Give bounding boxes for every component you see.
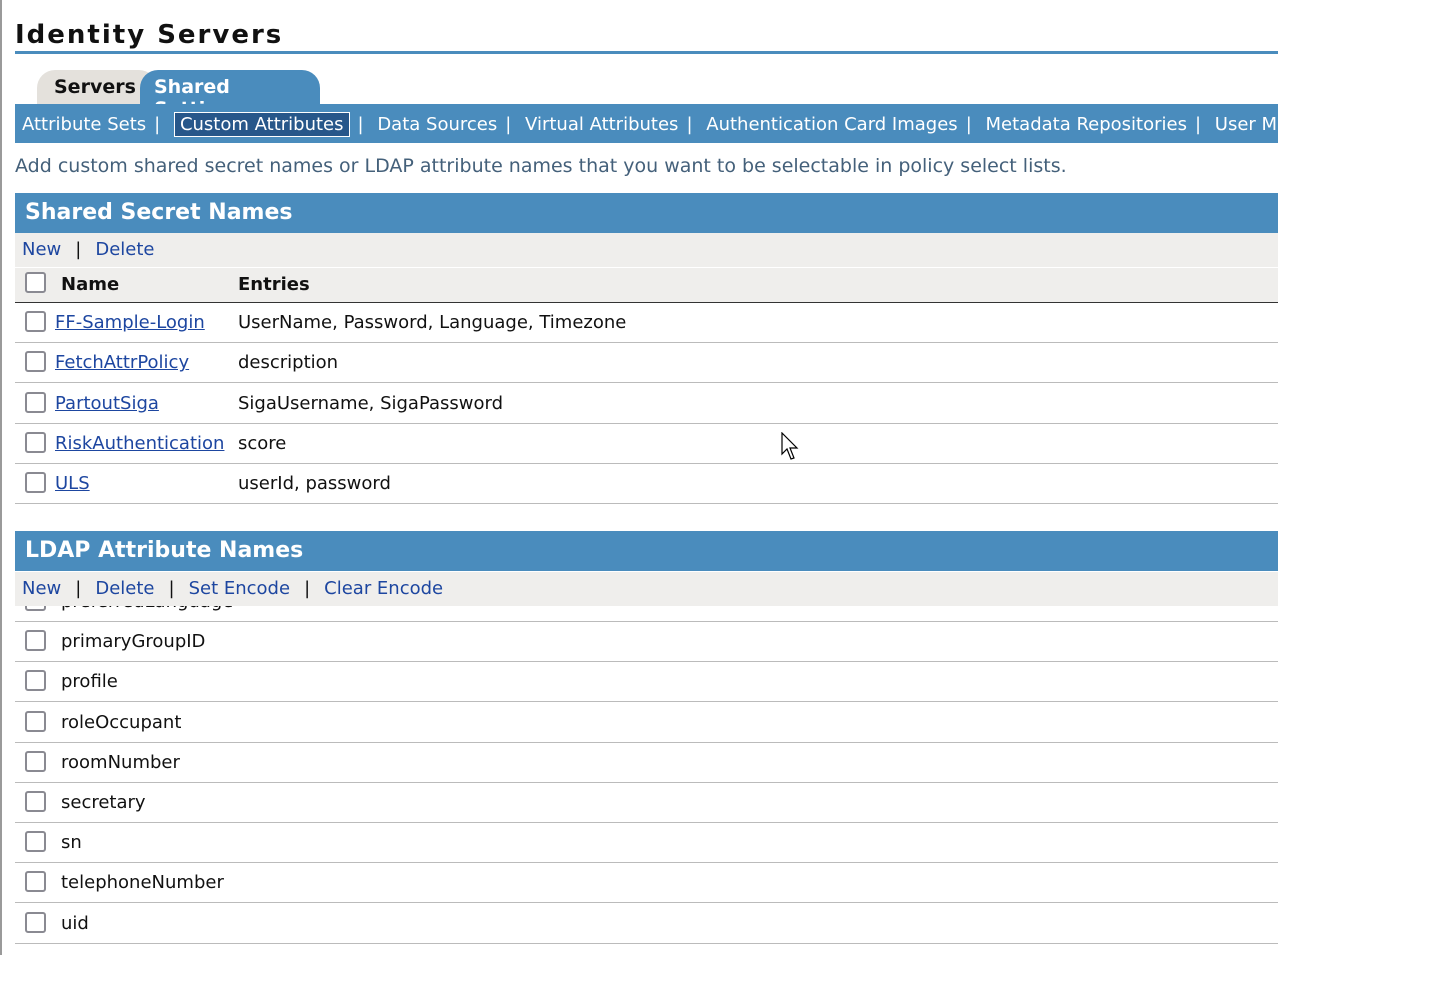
entries-cell: UserName, Password, Language, Timezone xyxy=(238,312,627,333)
tab-shared-settings[interactable]: Shared Settings xyxy=(140,70,320,120)
row-checkbox[interactable] xyxy=(25,911,46,933)
subnav: Attribute Sets | Custom Attributes | Data … xyxy=(15,104,1278,143)
attribute-name: secretary xyxy=(61,792,146,813)
shared-delete-button[interactable]: Delete xyxy=(95,239,154,260)
shared-toolbar: New | Delete xyxy=(15,233,1278,267)
list-item: telephoneNumber xyxy=(15,863,1278,904)
row-checkbox[interactable] xyxy=(25,791,46,812)
list-item: primaryGroupID xyxy=(15,622,1278,663)
subnav-user-matching[interactable]: User Matchi xyxy=(1215,114,1278,135)
mouse-cursor-icon xyxy=(781,432,799,460)
attribute-name: roleOccupant xyxy=(61,711,182,733)
page-description: Add custom shared secret names or LDAP a… xyxy=(15,155,1067,177)
list-item: sn xyxy=(15,823,1278,864)
row-checkbox[interactable] xyxy=(25,831,46,853)
title-divider xyxy=(15,51,1278,54)
table-row: ULS userId, password xyxy=(15,464,1278,505)
list-item: profile xyxy=(15,662,1278,703)
attribute-name: profile xyxy=(61,671,118,693)
ldap-clear-encode-button[interactable]: Clear Encode xyxy=(324,578,443,599)
entries-cell: description xyxy=(238,352,339,374)
secret-name-link[interactable]: FF-Sample-Login xyxy=(55,312,205,333)
list-item: roomNumber xyxy=(15,743,1278,783)
subnav-data-sources[interactable]: Data Sources xyxy=(377,114,497,135)
list-item: roleOccupant xyxy=(15,703,1278,743)
row-checkbox[interactable] xyxy=(25,431,46,453)
row-checkbox[interactable] xyxy=(25,670,46,692)
subnav-custom-attributes[interactable]: Custom Attributes xyxy=(173,112,350,137)
select-all-checkbox[interactable] xyxy=(25,272,46,293)
shared-new-button[interactable]: New xyxy=(22,239,61,260)
ldap-list: preferredLanguage primaryGroupID profile ro… xyxy=(15,605,1278,945)
list-item: preferredLanguage xyxy=(15,605,1278,622)
subnav-authentication-card-images[interactable]: Authentication Card Images xyxy=(706,114,957,135)
attribute-name: primaryGroupID xyxy=(61,631,206,653)
row-checkbox[interactable] xyxy=(25,750,46,772)
page-title: Identity Servers xyxy=(15,20,284,50)
ldap-delete-button[interactable]: Delete xyxy=(95,578,154,599)
ldap-new-button[interactable]: New xyxy=(22,578,61,599)
table-row: RiskAuthentication score xyxy=(15,424,1278,464)
attribute-name: preferredLanguage xyxy=(61,605,233,612)
entries-cell: SigaUsername, SigaPassword xyxy=(238,392,504,414)
entries-cell: userId, password xyxy=(238,473,391,495)
ldap-toolbar: New | Delete | Set Encode | Clear Encode xyxy=(15,572,1278,606)
table-row: FetchAttrPolicy description xyxy=(15,343,1278,384)
table-row: FF-Sample-Login UserName, Password, Langu… xyxy=(15,303,1278,343)
shared-secret-names-header: Shared Secret Names xyxy=(15,193,1278,233)
ldap-set-encode-button[interactable]: Set Encode xyxy=(189,578,290,599)
attribute-name: uid xyxy=(61,912,89,934)
ldap-attribute-names-header: LDAP Attribute Names xyxy=(15,531,1278,571)
column-name: Name xyxy=(61,274,120,295)
list-item: uid xyxy=(15,904,1278,944)
shared-table-header: Name Entries xyxy=(15,268,1278,303)
column-entries: Entries xyxy=(238,274,310,295)
row-checkbox[interactable] xyxy=(25,472,46,494)
row-checkbox[interactable] xyxy=(25,391,46,413)
secret-name-link[interactable]: PartoutSiga xyxy=(55,393,159,414)
row-checkbox[interactable] xyxy=(25,311,46,332)
secret-name-link[interactable]: ULS xyxy=(55,473,90,494)
attribute-name: roomNumber xyxy=(61,751,180,773)
subnav-attribute-sets[interactable]: Attribute Sets xyxy=(22,114,146,135)
entries-cell: score xyxy=(238,432,287,454)
secret-name-link[interactable]: FetchAttrPolicy xyxy=(55,352,189,373)
attribute-name: sn xyxy=(61,832,82,854)
window-edge xyxy=(0,0,2,955)
row-checkbox[interactable] xyxy=(25,351,46,373)
row-checkbox[interactable] xyxy=(25,630,46,652)
attribute-name: telephoneNumber xyxy=(61,872,224,894)
subnav-virtual-attributes[interactable]: Virtual Attributes xyxy=(525,114,678,135)
table-row: PartoutSiga SigaUsername, SigaPassword xyxy=(15,384,1278,424)
subnav-metadata-repositories[interactable]: Metadata Repositories xyxy=(986,114,1187,135)
row-checkbox[interactable] xyxy=(25,710,46,732)
list-item: secretary xyxy=(15,783,1278,823)
tab-servers[interactable]: Servers xyxy=(37,70,157,104)
secret-name-link[interactable]: RiskAuthentication xyxy=(55,433,224,454)
row-checkbox[interactable] xyxy=(25,871,46,893)
